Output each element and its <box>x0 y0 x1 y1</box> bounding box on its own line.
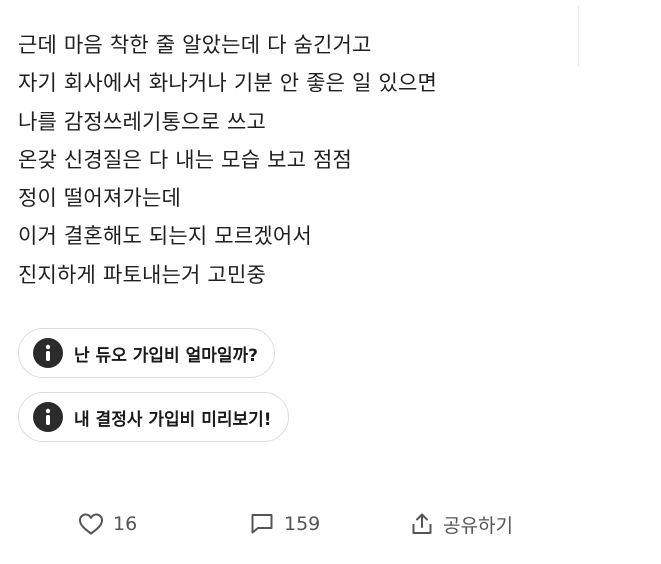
right-divider <box>578 6 579 66</box>
duo-fee-chip[interactable]: 난 듀오 가입비 얼마일까? <box>18 328 276 378</box>
post-text-line: 정이 떨어져가는데 <box>18 186 182 211</box>
post-action-bar: 16 159 공유하기 <box>0 506 661 542</box>
like-count: 16 <box>113 513 138 535</box>
post-text-line: 근데 마음 착한 줄 알았는데 다 숨긴거고 <box>18 33 372 57</box>
post-text-line: 자기 회사에서 화나거나 기분 안 좋은 일 있으면 <box>18 71 438 96</box>
info-icon <box>33 338 63 368</box>
like-button[interactable]: 16 <box>78 506 137 542</box>
chip-label: 내 결정사 가입비 미리보기! <box>74 409 272 430</box>
matchmaking-fee-chip[interactable]: 내 결정사 가입비 미리보기! <box>18 392 289 442</box>
post-text-line: 진지하게 파토내는거 고민중 <box>18 262 266 287</box>
info-icon <box>33 402 63 432</box>
post-text-line: 나를 감정쓰레기통으로 쓰고 <box>18 109 266 134</box>
post-text-line: 이거 결혼해도 되는지 모르겠어서 <box>18 224 312 249</box>
chip-label: 난 듀오 가입비 얼마일까? <box>74 345 259 366</box>
share-button[interactable]: 공유하기 <box>410 506 513 542</box>
comment-count: 159 <box>284 513 321 535</box>
comment-icon <box>251 514 273 534</box>
share-label: 공유하기 <box>443 514 513 537</box>
share-icon <box>412 513 432 534</box>
comment-button[interactable]: 159 <box>249 506 320 542</box>
post-text-line: 온갖 신경질은 다 내는 모습 보고 점점 <box>18 147 353 172</box>
post-body: 근데 마음 착한 줄 알았는데 다 숨긴거고 자기 회사에서 화나거나 기분 안… <box>18 26 573 294</box>
heart-icon <box>79 513 103 535</box>
